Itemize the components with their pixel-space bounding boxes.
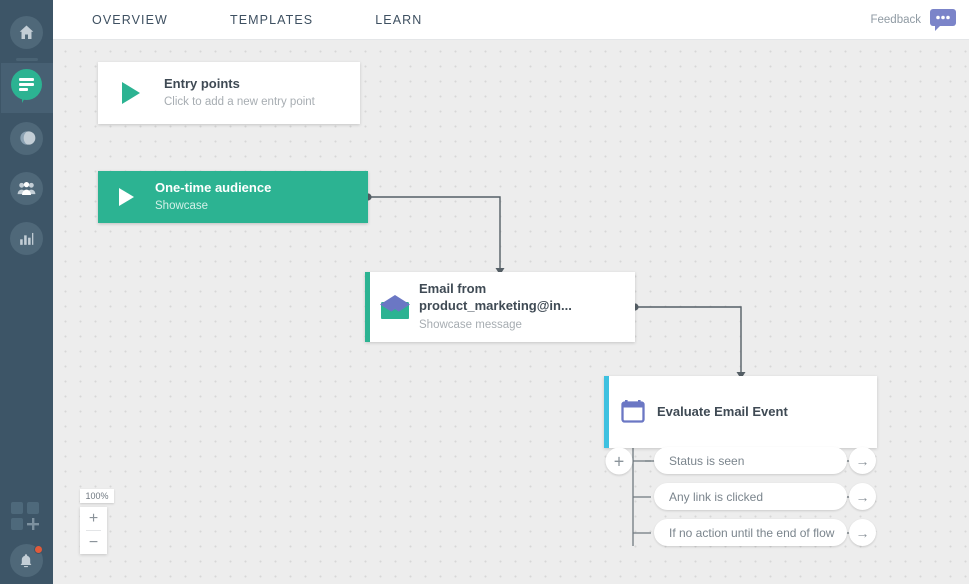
home-icon-circle — [10, 16, 43, 49]
sidebar-bottom-items — [10, 500, 44, 584]
sidebar-item-moon[interactable] — [1, 113, 53, 163]
node-entry-points-text: Entry points Click to add a new entry po… — [164, 76, 315, 111]
sidebar-item-home[interactable] — [1, 7, 53, 57]
sidebar-item-audience[interactable] — [1, 163, 53, 213]
envelope-icon-svg — [379, 294, 411, 321]
node-subtitle: Click to add a new entry point — [164, 94, 315, 110]
branch-pill-status-is-seen[interactable]: Status is seen — [654, 447, 847, 474]
branch-label: If no action until the end of flow — [669, 526, 834, 540]
moon-icon — [17, 128, 37, 148]
node-accent-stripe — [604, 376, 609, 448]
bar-chart-icon — [17, 229, 36, 248]
zoom-out-button[interactable]: − — [80, 531, 107, 554]
plus-icon — [26, 517, 40, 531]
feedback-area[interactable]: Feedback — [870, 9, 969, 31]
sidebar-item-analytics[interactable] — [1, 213, 53, 263]
node-title: Entry points — [164, 76, 315, 93]
calendar-icon-svg — [620, 399, 646, 425]
tab-learn[interactable]: LEARN — [375, 13, 422, 27]
branch-label: Any link is clicked — [669, 490, 763, 504]
node-evaluate-email-event[interactable]: Evaluate Email Event — [604, 376, 877, 448]
apps-grid-plus-icon[interactable] — [10, 500, 44, 534]
play-icon — [98, 82, 164, 104]
arrow-right-icon: → — [856, 454, 870, 468]
app-root: OVERVIEW TEMPLATES LEARN Feedback — [0, 0, 969, 584]
node-email-message-text: Email from product_marketing@in... Showc… — [419, 281, 635, 333]
top-navigation-bar: OVERVIEW TEMPLATES LEARN Feedback — [53, 0, 969, 40]
node-title: One-time audience — [155, 180, 271, 197]
node-one-time-audience-text: One-time audience Showcase — [155, 180, 271, 215]
sidebar-main-items — [1, 7, 53, 263]
node-evaluate-email-event-text: Evaluate Email Event — [657, 404, 788, 421]
arrow-right-icon: → — [856, 526, 870, 540]
notification-badge — [34, 545, 43, 554]
node-title: Email from product_marketing@in... — [419, 281, 635, 315]
bell-icon — [17, 552, 35, 570]
zoom-control: 100% + − — [80, 489, 114, 554]
plus-icon: + — [614, 452, 625, 470]
people-icon-circle — [10, 172, 43, 205]
branch-pill-any-link-is-clicked[interactable]: Any link is clicked — [654, 483, 847, 510]
node-email-message[interactable]: Email from product_marketing@in... Showc… — [365, 272, 635, 342]
node-one-time-audience[interactable]: One-time audience Showcase — [98, 171, 368, 223]
sidebar-item-messages[interactable] — [1, 63, 53, 113]
branch-action-button-any-link-is-clicked[interactable]: → — [849, 483, 876, 510]
tab-templates[interactable]: TEMPLATES — [230, 13, 313, 27]
branch-label: Status is seen — [669, 454, 744, 468]
node-title: Evaluate Email Event — [657, 404, 788, 421]
nav-tabs: OVERVIEW TEMPLATES LEARN — [53, 13, 422, 27]
flow-canvas[interactable]: Entry points Click to add a new entry po… — [53, 40, 969, 584]
people-icon — [16, 178, 37, 199]
sidebar-item-notifications[interactable] — [10, 544, 44, 578]
add-branch-button[interactable]: + — [606, 448, 633, 475]
home-icon — [17, 23, 36, 42]
chat-dots-icon[interactable] — [930, 9, 956, 31]
arrow-right-icon: → — [856, 490, 870, 504]
branch-action-button-if-no-action[interactable]: → — [849, 519, 876, 546]
branch-action-button-status-is-seen[interactable]: → — [849, 447, 876, 474]
calendar-icon — [609, 399, 657, 425]
node-entry-points[interactable]: Entry points Click to add a new entry po… — [98, 62, 360, 124]
envelope-icon — [370, 294, 419, 321]
bar-chart-icon-circle — [10, 222, 43, 255]
tab-overview[interactable]: OVERVIEW — [92, 13, 168, 27]
node-subtitle: Showcase message — [419, 317, 635, 333]
zoom-level-label: 100% — [80, 489, 114, 503]
sidebar — [0, 0, 53, 584]
play-icon — [98, 188, 155, 206]
feedback-label: Feedback — [870, 14, 921, 26]
node-subtitle: Showcase — [155, 198, 271, 214]
zoom-buttons: + − — [80, 507, 107, 554]
zoom-in-button[interactable]: + — [80, 507, 107, 530]
chat-dots-icon-svg — [930, 9, 956, 31]
moon-icon-circle — [10, 122, 43, 155]
node-accent-stripe — [365, 272, 370, 342]
branch-pill-if-no-action[interactable]: If no action until the end of flow — [654, 519, 847, 546]
sidebar-divider — [16, 58, 38, 61]
message-bubble-icon — [10, 69, 44, 107]
